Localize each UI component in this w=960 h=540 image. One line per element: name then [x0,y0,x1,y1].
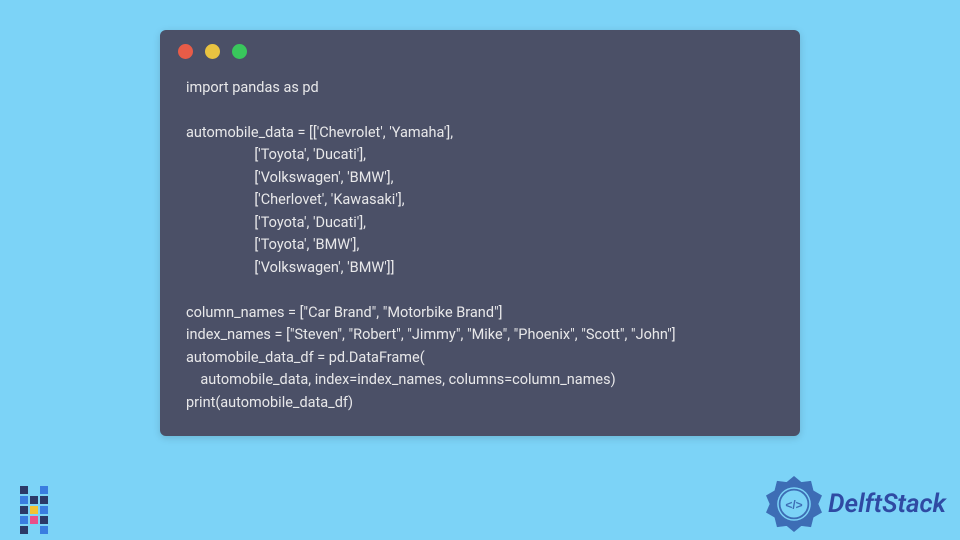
left-logo-icon [10,486,58,534]
delftstack-logo: </> DelftStack [764,474,946,534]
window-titlebar [160,30,800,65]
code-window: import pandas as pd automobile_data = [[… [160,30,800,436]
delftstack-badge-icon: </> [764,474,824,534]
code-block: import pandas as pd automobile_data = [[… [160,65,800,436]
maximize-icon [232,44,247,59]
minimize-icon [205,44,220,59]
close-icon [178,44,193,59]
delftstack-text: DelftStack [828,489,946,519]
svg-text:</>: </> [785,498,802,512]
